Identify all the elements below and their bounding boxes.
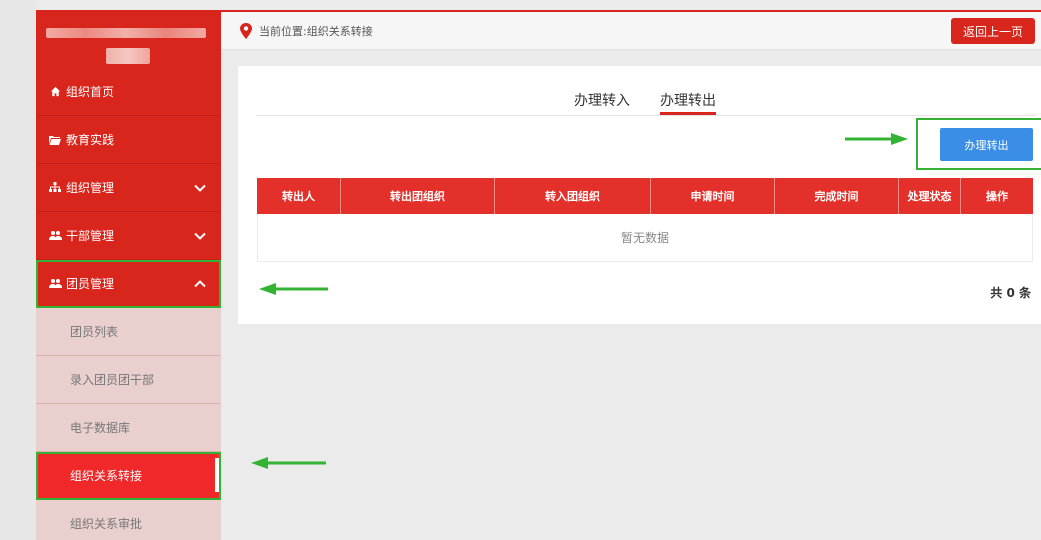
sidebar-item-cadre-management[interactable]: 干部管理: [36, 212, 221, 260]
table-header: 转出人 转出团组织 转入团组织 申请时间 完成时间 处理状态 操作: [257, 178, 1033, 214]
users-icon: [48, 229, 62, 243]
column-header: 转出人: [257, 178, 341, 214]
sidebar-logo: [36, 12, 221, 68]
transfer-out-button[interactable]: 办理转出: [940, 128, 1033, 161]
column-header: 转入团组织: [495, 178, 651, 214]
column-header: 完成时间: [775, 178, 899, 214]
sidebar-subitem-enter-members[interactable]: 录入团员团干部: [36, 356, 221, 404]
chevron-up-icon: [194, 280, 206, 288]
sidebar: 组织首页 教育实践 组织管理 干部管理 团员管理 团员列表 录入团员团干部 电子…: [36, 12, 221, 540]
total-count: 共 0 条: [990, 286, 1031, 300]
users-icon: [48, 277, 62, 291]
sidebar-item-org-management[interactable]: 组织管理: [36, 164, 221, 212]
annotation-arrow-right-icon: [845, 133, 908, 145]
annotation-arrow-left-icon: [251, 457, 326, 469]
sidebar-item-label: 组织管理: [66, 181, 115, 195]
sidebar-subitem-label: 电子数据库: [70, 421, 131, 435]
column-header: 申请时间: [651, 178, 775, 214]
back-button[interactable]: 返回上一页: [950, 18, 1035, 44]
left-gutter: [0, 0, 36, 540]
sidebar-item-education[interactable]: 教育实践: [36, 116, 221, 164]
chevron-down-icon: [194, 232, 206, 240]
sitemap-icon: [48, 181, 62, 195]
tab-transfer-in[interactable]: 办理转入: [574, 90, 630, 110]
sidebar-subitem-database[interactable]: 电子数据库: [36, 404, 221, 452]
top-bar: 当前位置:组织关系转接 返回上一页: [221, 12, 1041, 50]
logo-blurred-title: [46, 28, 206, 38]
location-pin-icon: [240, 22, 252, 39]
sidebar-item-label: 团员管理: [66, 277, 115, 291]
logo-blurred-subtitle: [106, 48, 150, 64]
sidebar-subitem-org-approval[interactable]: 组织关系审批: [36, 500, 221, 540]
sidebar-subitem-org-transfer[interactable]: 组织关系转接: [36, 452, 221, 500]
column-header: 处理状态: [899, 178, 961, 214]
chevron-down-icon: [194, 184, 206, 192]
selected-indicator: [215, 458, 219, 492]
breadcrumb: 当前位置:组织关系转接: [259, 24, 373, 38]
sidebar-subitem-member-list[interactable]: 团员列表: [36, 308, 221, 356]
sidebar-subitem-label: 录入团员团干部: [70, 373, 155, 387]
active-tab-underline: [660, 112, 716, 115]
table-empty-state: 暂无数据: [257, 214, 1033, 262]
tab-transfer-out[interactable]: 办理转出: [660, 90, 716, 110]
annotation-arrow-left-icon: [259, 283, 328, 295]
sidebar-item-label: 教育实践: [66, 133, 115, 147]
folder-icon: [48, 133, 62, 147]
transfer-table: 转出人 转出团组织 转入团组织 申请时间 完成时间 处理状态 操作 暂无数据: [257, 178, 1033, 262]
tab-bar: 办理转入 办理转出: [256, 66, 1036, 116]
sidebar-subitem-label: 团员列表: [70, 325, 119, 339]
sidebar-item-label: 组织首页: [66, 85, 115, 99]
sidebar-item-home[interactable]: 组织首页: [36, 68, 221, 116]
sidebar-item-member-management[interactable]: 团员管理: [36, 260, 221, 308]
sidebar-subitem-label: 组织关系审批: [70, 517, 143, 531]
sidebar-item-label: 干部管理: [66, 229, 115, 243]
home-icon: [48, 85, 62, 99]
sidebar-subitem-label: 组织关系转接: [70, 469, 143, 483]
column-header: 操作: [986, 190, 1008, 203]
column-header: 转出团组织: [341, 178, 495, 214]
